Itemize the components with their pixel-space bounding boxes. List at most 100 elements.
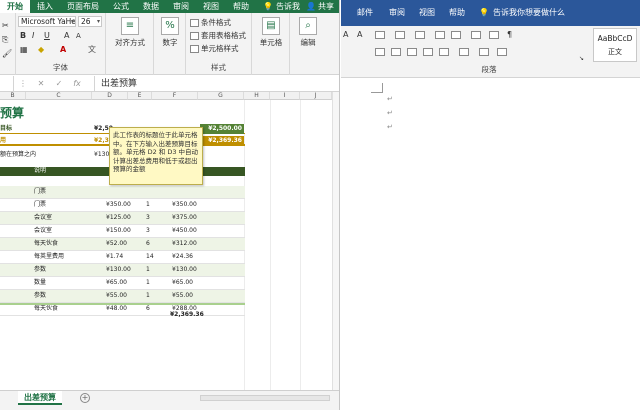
number-format-button[interactable]: % 数字 xyxy=(158,17,182,48)
row-unit-price: ¥65.00 xyxy=(106,279,127,286)
format-painter-icon[interactable]: 🖌 xyxy=(2,49,12,59)
tab-review[interactable]: 审阅 xyxy=(166,0,196,13)
column-header-i[interactable]: I xyxy=(270,92,300,100)
table-row[interactable]: 门票 ¥350.00 1 ¥350.00 xyxy=(0,199,245,212)
bullets-icon[interactable] xyxy=(375,31,385,39)
editing-button[interactable]: ⌕ 编辑 xyxy=(294,17,322,48)
table-row[interactable]: 会议室 ¥150.00 3 ¥450.00 xyxy=(0,225,245,238)
tab-mailings[interactable]: 邮件 xyxy=(357,0,373,26)
row-total: ¥55.00 xyxy=(172,292,193,299)
tab-insert[interactable]: 插入 xyxy=(30,0,60,13)
column-header-f[interactable]: F xyxy=(152,92,198,100)
grand-total[interactable]: ¥2,369.36 xyxy=(170,310,204,320)
tab-help[interactable]: 帮助 xyxy=(226,0,256,13)
font-shrink-icon[interactable]: A xyxy=(76,31,81,41)
numbering-icon[interactable] xyxy=(395,31,405,39)
multilevel-list-icon[interactable] xyxy=(415,31,425,39)
table-row[interactable]: 每天伙食 ¥52.00 6 ¥312.00 xyxy=(0,238,245,251)
paragraph-settings-icon[interactable]: ↘ xyxy=(579,54,584,64)
increase-indent-icon[interactable] xyxy=(451,31,461,39)
table-row[interactable]: 门票 xyxy=(0,186,245,199)
share-button[interactable]: 👤 共享 xyxy=(306,0,334,13)
margin-marker xyxy=(371,83,383,93)
column-header-d[interactable]: D xyxy=(92,92,128,100)
phonetic-icon[interactable]: 文 xyxy=(88,45,96,55)
underline-button[interactable]: U xyxy=(44,31,50,41)
chinese-layout-icon[interactable] xyxy=(471,31,481,39)
sort-icon[interactable] xyxy=(489,31,499,39)
search-icon: ⌕ xyxy=(299,17,317,35)
sheet-tab-travel-budget[interactable]: 出差预算 xyxy=(18,391,62,405)
font-name-select[interactable]: Microsoft YaHei ▾ xyxy=(18,16,76,27)
add-sheet-icon[interactable]: + xyxy=(80,393,90,403)
align-center-icon[interactable] xyxy=(391,48,401,56)
bold-button[interactable]: B xyxy=(20,31,26,41)
tab-data[interactable]: 数据 xyxy=(136,0,166,13)
column-header-e[interactable]: E xyxy=(128,92,152,100)
column-header-g[interactable]: G xyxy=(198,92,244,100)
column-header-j[interactable]: J xyxy=(300,92,332,100)
table-row[interactable]: 参数 ¥55.00 1 ¥55.00 xyxy=(0,290,245,303)
table-row[interactable]: 每英里费用 ¥1.74 14 ¥24.36 xyxy=(0,251,245,264)
cut-icon[interactable]: ✂ xyxy=(2,21,9,31)
tell-me-search[interactable]: 告诉我你想要做什么 xyxy=(493,0,565,26)
cells-button[interactable]: ▤ 单元格 xyxy=(256,17,286,48)
column-header-b[interactable]: B xyxy=(0,92,26,100)
table-row[interactable]: 参数 ¥130.00 1 ¥130.00 xyxy=(0,264,245,277)
enter-icon[interactable]: ✓ xyxy=(50,79,68,88)
format-as-table-button[interactable]: 套用表格格式 xyxy=(190,30,246,41)
font-size-select[interactable]: 26 ▾ xyxy=(78,16,102,27)
table-row[interactable]: 会议室 ¥125.00 3 ¥375.00 xyxy=(0,212,245,225)
word-ribbon: A A ¶ 段落 ↘ AaBbCcD 正文 xyxy=(341,26,640,78)
vertical-scrollbar[interactable] xyxy=(332,92,339,390)
show-marks-icon[interactable]: ¶ xyxy=(507,30,512,40)
copy-icon[interactable]: ⎘ xyxy=(2,35,8,45)
tell-me-search[interactable]: 💡 告诉我 xyxy=(256,0,307,13)
borders-icon[interactable]: ▦ xyxy=(20,45,28,55)
row-quantity: 6 xyxy=(146,305,150,312)
column-header-c[interactable]: C xyxy=(26,92,92,100)
align-right-icon[interactable] xyxy=(407,48,417,56)
distributed-icon[interactable] xyxy=(439,48,449,56)
formula-input[interactable]: 出差预算 xyxy=(94,75,339,92)
desktop: 开始 插入 页面布局 公式 数据 审阅 视图 帮助 💡 告诉我 👤 共享 ✂ ⎘… xyxy=(0,0,640,410)
worksheet-grid[interactable]: B C D E F G H I J 预算 目标 ¥2,50 ¥2,500.00 … xyxy=(0,92,332,390)
tab-formulas[interactable]: 公式 xyxy=(106,0,136,13)
column-header-h[interactable]: H xyxy=(244,92,270,100)
decrease-indent-icon[interactable] xyxy=(435,31,445,39)
row-description: 参数 xyxy=(34,266,47,273)
sheet-title[interactable]: 预算 xyxy=(0,104,24,121)
fill-color-icon[interactable]: ◆ xyxy=(38,45,44,55)
alignment-button[interactable]: ≡ 对齐方式 xyxy=(112,17,148,48)
insert-function-icon[interactable]: fx xyxy=(68,79,86,88)
table-row[interactable]: 数量 ¥65.00 1 ¥65.00 xyxy=(0,277,245,290)
tab-home[interactable]: 开始 xyxy=(0,0,30,13)
font-color-icon[interactable]: A xyxy=(60,45,66,55)
style-normal[interactable]: AaBbCcD 正文 xyxy=(593,28,637,62)
line-spacing-icon[interactable] xyxy=(459,48,469,56)
tab-page-layout[interactable]: 页面布局 xyxy=(60,0,106,13)
cell-styles-button[interactable]: 单元格样式 xyxy=(190,43,239,54)
document-page[interactable]: ↵ ↵ ↵ xyxy=(341,78,640,410)
tab-view[interactable]: 视图 xyxy=(196,0,226,13)
row-unit-price: ¥130.00 xyxy=(106,266,131,273)
justify-icon[interactable] xyxy=(423,48,433,56)
options-icon[interactable]: ⋮ xyxy=(14,79,32,88)
shading-icon[interactable] xyxy=(479,48,489,56)
name-box[interactable] xyxy=(0,75,14,92)
border-icon[interactable] xyxy=(497,48,507,56)
cell-styles-label: 单元格样式 xyxy=(201,44,239,53)
cancel-icon[interactable]: ✕ xyxy=(32,79,50,88)
text-effects-icon[interactable]: A xyxy=(343,30,348,40)
row-quantity: 1 xyxy=(146,201,150,208)
font-color-icon[interactable]: A xyxy=(357,30,362,40)
tab-review[interactable]: 审阅 xyxy=(389,0,405,26)
tab-help[interactable]: 帮助 xyxy=(449,0,465,26)
conditional-formatting-button[interactable]: 条件格式 xyxy=(190,17,231,28)
row-quantity: 1 xyxy=(146,292,150,299)
align-left-icon[interactable] xyxy=(375,48,385,56)
font-grow-icon[interactable]: A xyxy=(64,31,69,41)
tab-view[interactable]: 视图 xyxy=(419,0,435,26)
italic-button[interactable]: I xyxy=(32,31,34,41)
horizontal-scrollbar[interactable] xyxy=(200,395,330,401)
